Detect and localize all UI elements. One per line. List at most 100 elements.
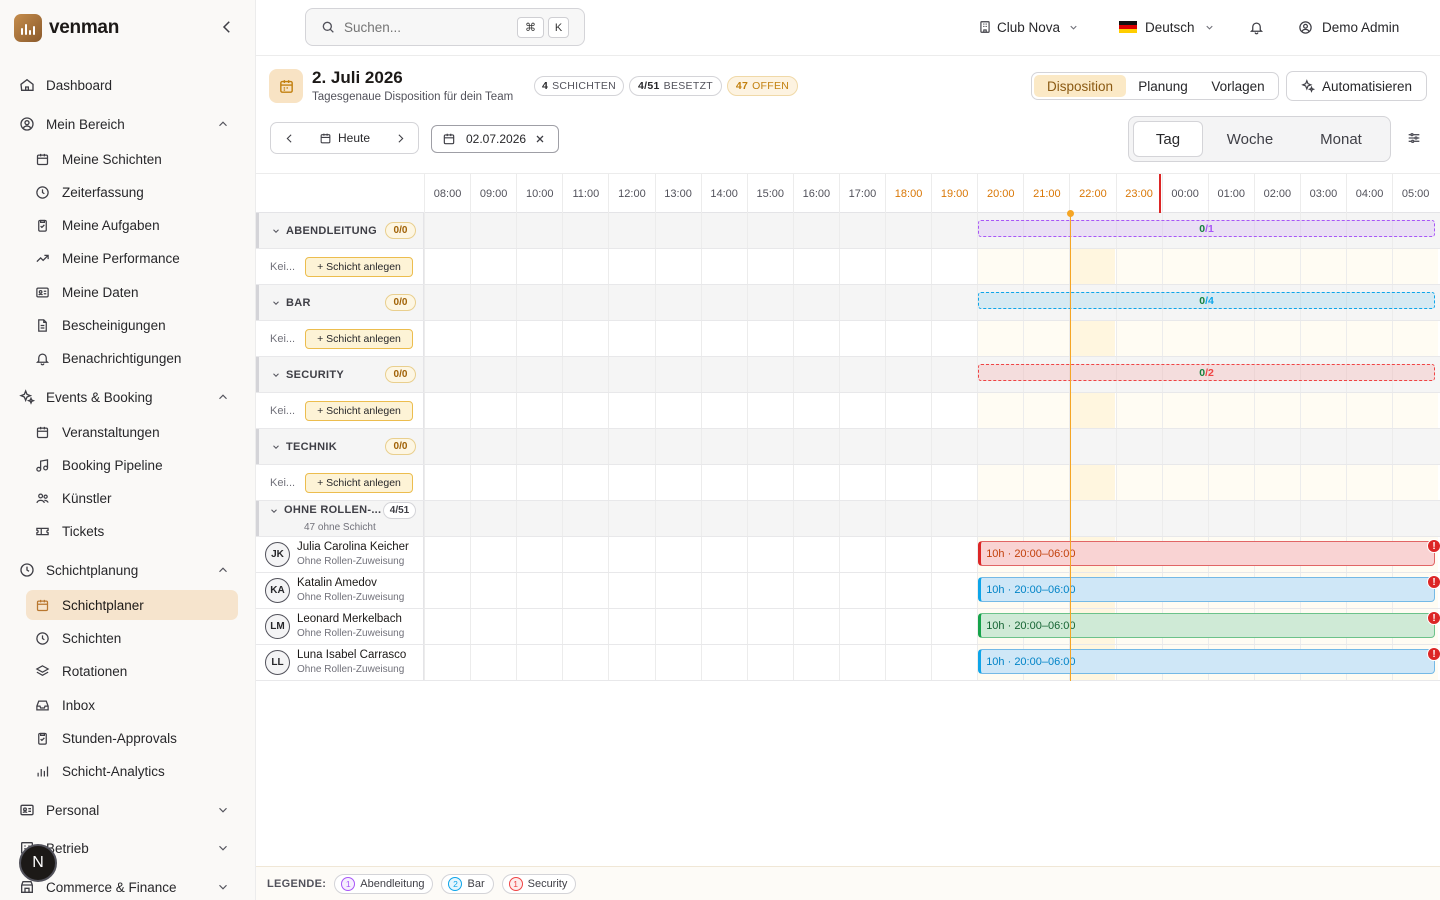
add-shift-button[interactable]: + Schicht anlegen (305, 473, 413, 493)
time-slot[interactable] (516, 465, 562, 500)
group-header[interactable]: BAR 0/0 (256, 285, 424, 320)
search-input[interactable] (344, 19, 504, 35)
time-slot[interactable] (977, 465, 1024, 500)
time-slot[interactable] (516, 609, 562, 644)
time-slot[interactable] (700, 429, 747, 464)
time-slot[interactable] (424, 573, 470, 608)
time-slot[interactable] (931, 249, 977, 284)
time-slot[interactable] (931, 573, 977, 608)
time-slot[interactable] (1161, 501, 1208, 536)
time-slot[interactable] (516, 393, 562, 428)
time-slot[interactable] (700, 321, 747, 356)
time-slot[interactable] (746, 645, 793, 680)
time-slot[interactable] (516, 573, 562, 608)
time-slot[interactable] (470, 393, 516, 428)
time-slot[interactable] (885, 609, 931, 644)
time-slot[interactable] (746, 501, 793, 536)
time-slot[interactable] (700, 501, 747, 536)
notifications-button[interactable] (1249, 16, 1264, 38)
time-slot[interactable] (608, 645, 654, 680)
time-slot[interactable] (470, 429, 516, 464)
time-slot[interactable] (1346, 429, 1392, 464)
time-slot[interactable] (608, 285, 654, 320)
time-slot[interactable] (424, 609, 470, 644)
search-box[interactable]: ⌘ K (305, 8, 585, 46)
legend-item[interactable]: 1 Abendleitung (334, 873, 434, 894)
time-slot[interactable] (562, 465, 608, 500)
time-slot[interactable] (1392, 393, 1439, 428)
time-slot[interactable] (792, 213, 839, 248)
time-slot[interactable] (792, 393, 839, 428)
capacity-bar[interactable]: 0/4 (978, 292, 1435, 309)
time-slot[interactable] (608, 573, 654, 608)
group-header[interactable]: ABENDLEITUNG 0/0 (256, 213, 424, 248)
time-slot[interactable] (562, 573, 608, 608)
time-slot[interactable] (746, 429, 793, 464)
employee-header[interactable]: LL Luna Isabel Carrasco Ohne Rollen-Zuweis… (256, 645, 424, 680)
time-slot[interactable] (1161, 465, 1208, 500)
add-shift-button[interactable]: + Schicht anlegen (305, 329, 413, 349)
time-slot[interactable] (838, 573, 885, 608)
clear-date-icon[interactable] (534, 133, 546, 145)
add-shift-button[interactable]: + Schicht anlegen (305, 257, 413, 277)
automatisieren-button[interactable]: Automatisieren (1286, 71, 1427, 101)
time-slot[interactable] (470, 501, 516, 536)
time-slot[interactable] (700, 573, 747, 608)
time-slot[interactable] (1115, 321, 1162, 356)
time-slot[interactable] (1299, 501, 1346, 536)
nav-schichten[interactable]: Schichten (26, 623, 238, 653)
time-slot[interactable] (654, 249, 701, 284)
time-slot[interactable] (1346, 465, 1393, 500)
time-slot[interactable] (424, 645, 470, 680)
time-slot[interactable] (654, 321, 701, 356)
time-slot[interactable] (608, 609, 654, 644)
time-slot[interactable] (838, 249, 885, 284)
time-slot[interactable] (1392, 249, 1439, 284)
time-slot[interactable] (516, 537, 562, 572)
time-slot[interactable] (516, 321, 562, 356)
time-slot[interactable] (746, 357, 793, 392)
time-slot[interactable] (1299, 465, 1346, 500)
time-slot[interactable] (470, 249, 516, 284)
time-slot[interactable] (977, 501, 1023, 536)
nav-booking-pipeline[interactable]: Booking Pipeline (26, 450, 238, 480)
time-slot[interactable] (562, 609, 608, 644)
view-tag[interactable]: Tag (1133, 121, 1203, 157)
time-slot[interactable] (654, 573, 701, 608)
time-slot[interactable] (424, 249, 470, 284)
time-slot[interactable] (838, 609, 885, 644)
time-slot[interactable] (470, 285, 516, 320)
time-slot[interactable] (885, 249, 931, 284)
time-slot[interactable] (792, 321, 839, 356)
time-slot[interactable] (608, 357, 654, 392)
time-slot[interactable] (562, 285, 608, 320)
time-slot[interactable] (1115, 465, 1162, 500)
nav-kuenstler[interactable]: Künstler (26, 483, 238, 513)
time-slot[interactable] (700, 285, 747, 320)
time-slot[interactable] (931, 429, 977, 464)
time-slot[interactable] (1023, 321, 1070, 356)
time-slot[interactable] (746, 573, 793, 608)
time-slot[interactable] (1023, 249, 1070, 284)
time-slot[interactable] (838, 501, 885, 536)
shift-block[interactable]: 10h · 20:00–06:00! (978, 575, 1440, 602)
tab-planung[interactable]: Planung (1126, 75, 1200, 97)
time-slot[interactable] (792, 285, 839, 320)
time-slot[interactable] (608, 501, 654, 536)
nav-rotationen[interactable]: Rotationen (26, 656, 238, 686)
employee-header[interactable]: KA Katalin Amedov Ohne Rollen-Zuweisung (256, 573, 424, 608)
time-slot[interactable] (931, 321, 977, 356)
time-slot[interactable] (1115, 429, 1162, 464)
time-slot[interactable] (1253, 249, 1300, 284)
time-slot[interactable] (654, 429, 701, 464)
time-slot[interactable] (838, 465, 885, 500)
collapse-sidebar-icon[interactable] (218, 18, 236, 36)
time-slot[interactable] (608, 393, 654, 428)
add-shift-button[interactable]: + Schicht anlegen (305, 401, 413, 421)
nav-meine-schichten[interactable]: Meine Schichten (26, 144, 238, 174)
time-slot[interactable] (746, 465, 793, 500)
time-slot[interactable] (838, 645, 885, 680)
floating-avatar-button[interactable]: N (19, 844, 57, 882)
time-slot[interactable] (700, 609, 747, 644)
time-slot[interactable] (700, 213, 747, 248)
